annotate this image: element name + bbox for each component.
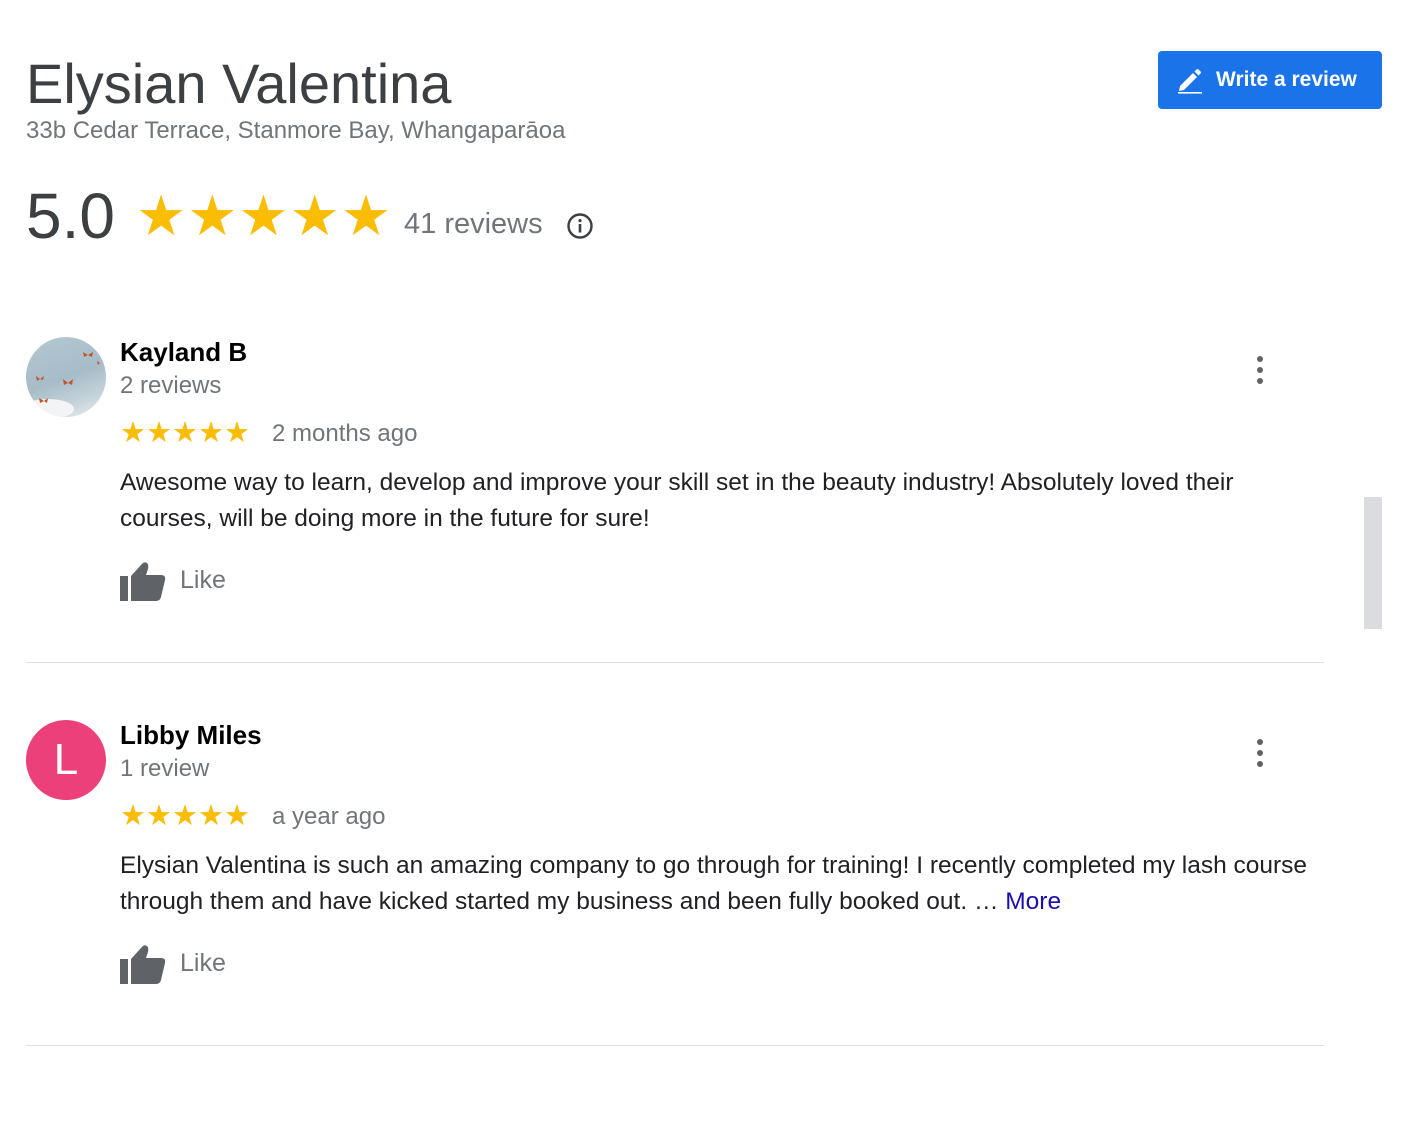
write-review-label: Write a review — [1216, 68, 1357, 91]
star-icon: ★ — [198, 800, 224, 832]
like-button[interactable]: Like — [120, 559, 226, 601]
thumbs-up-icon — [120, 562, 166, 601]
butterfly-icon — [26, 352, 100, 417]
star-icon: ★ — [172, 417, 198, 449]
star-icon: ★ — [224, 800, 250, 832]
kebab-dot — [1257, 761, 1263, 768]
kebab-dot — [1257, 378, 1263, 385]
star-icon: ★ — [172, 800, 198, 832]
review-text: Elysian Valentina is such an amazing com… — [120, 852, 1308, 915]
review-time: 2 months ago — [272, 420, 418, 447]
info-icon[interactable] — [566, 212, 594, 240]
review-stars: ★ ★ ★ ★ ★ — [120, 417, 250, 449]
star-icon: ★ — [146, 417, 172, 449]
star-icon: ★ — [187, 184, 238, 247]
divider — [26, 1045, 1324, 1046]
reviewer-name[interactable]: Libby Miles — [120, 720, 262, 750]
more-options-button[interactable] — [1248, 736, 1272, 770]
star-icon: ★ — [146, 800, 172, 832]
star-icon: ★ — [224, 417, 250, 449]
star-icon: ★ — [340, 184, 392, 247]
review-stars: ★ ★ ★ ★ ★ — [120, 800, 250, 832]
like-button[interactable]: Like — [120, 942, 226, 984]
kebab-dot — [1257, 366, 1263, 373]
divider — [26, 662, 1324, 663]
like-label: Like — [180, 565, 226, 594]
average-stars: ★ ★ ★ ★ ★ — [136, 188, 392, 244]
write-review-button[interactable]: Write a review — [1158, 51, 1382, 109]
star-icon: ★ — [120, 800, 146, 832]
more-link[interactable]: More — [1005, 888, 1061, 915]
place-title: Elysian Valentina — [26, 52, 452, 115]
kebab-dot — [1257, 355, 1263, 362]
reviewer-review-count: 1 review — [120, 755, 210, 782]
average-score: 5.0 — [26, 180, 115, 252]
reviewer-name[interactable]: Kayland B — [120, 337, 247, 367]
total-reviews: 41 reviews — [404, 208, 543, 240]
place-address: 33b Cedar Terrace, Stanmore Bay, Whangap… — [26, 117, 566, 144]
review-time: a year ago — [272, 803, 386, 830]
review-item: Kayland B 2 reviews ★ ★ ★ ★ ★ 2 months a… — [26, 337, 1324, 663]
scrollbar-thumb[interactable] — [1364, 497, 1382, 629]
kebab-dot — [1257, 749, 1263, 756]
star-icon: ★ — [198, 417, 224, 449]
review-item: L Libby Miles 1 review ★ ★ ★ ★ ★ a year … — [26, 720, 1324, 1046]
thumbs-up-icon — [120, 945, 166, 984]
more-options-button[interactable] — [1248, 353, 1272, 387]
star-icon: ★ — [120, 417, 146, 449]
like-label: Like — [180, 948, 226, 977]
pencil-icon — [1178, 69, 1202, 94]
avatar[interactable] — [26, 337, 106, 417]
star-icon: ★ — [289, 184, 340, 247]
star-icon: ★ — [136, 184, 187, 247]
reviewer-review-count: 2 reviews — [120, 372, 222, 399]
review-text: Awesome way to learn, develop and improv… — [120, 469, 1234, 532]
kebab-dot — [1257, 738, 1263, 745]
star-icon: ★ — [238, 184, 289, 247]
review-text-container: Elysian Valentina is such an amazing com… — [120, 848, 1310, 920]
avatar[interactable]: L — [26, 720, 106, 800]
